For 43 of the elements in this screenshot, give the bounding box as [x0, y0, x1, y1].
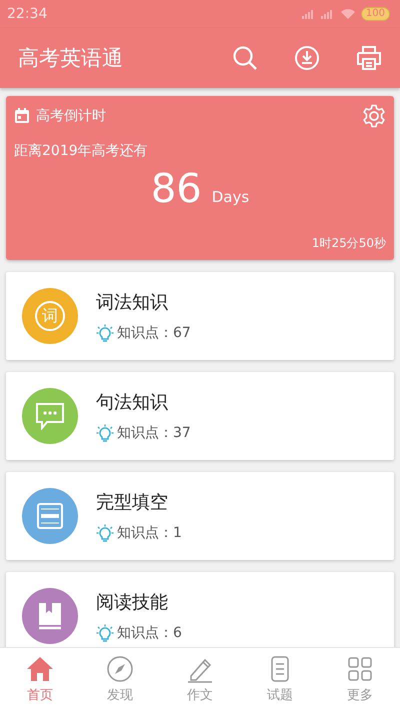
- topic-title: 词法知识: [96, 291, 169, 314]
- days-count: 86: [150, 166, 202, 212]
- countdown-title: 高考倒计时: [36, 107, 107, 125]
- nav-tab[interactable]: 首页: [0, 648, 80, 711]
- app-title: 高考英语通: [18, 45, 124, 72]
- download-button[interactable]: [294, 45, 320, 71]
- knowledge-point-count: 知识点：67: [117, 324, 191, 342]
- nav-tab[interactable]: 试题: [240, 648, 320, 711]
- wifi-icon: [340, 9, 355, 19]
- lightbulb-icon: [96, 624, 114, 642]
- book-icon: [37, 601, 63, 631]
- topic-card[interactable]: 完型填空 知识点：1: [6, 472, 394, 560]
- print-button[interactable]: [356, 45, 382, 71]
- knowledge-point-count: 知识点：1: [117, 524, 182, 542]
- character-icon: 词: [35, 301, 65, 331]
- topic-title: 阅读技能: [96, 591, 169, 614]
- nav-tab[interactable]: 发现: [80, 648, 160, 711]
- topic-card[interactable]: 阅读技能 知识点：6: [6, 572, 394, 647]
- grid-icon: [346, 655, 374, 683]
- days-unit: Days: [212, 188, 250, 206]
- knowledge-point-count: 知识点：37: [117, 424, 191, 442]
- countdown-subtitle: 距离2019年高考还有: [14, 142, 149, 160]
- topic-card[interactable]: 词 词法知识 知识点：67: [6, 272, 394, 360]
- lightbulb-icon: [96, 524, 114, 542]
- search-button[interactable]: [232, 45, 258, 71]
- lightbulb-icon: [96, 324, 114, 342]
- topic-title: 句法知识: [96, 391, 169, 414]
- topic-title: 完型填空: [96, 491, 169, 514]
- form-icon: [36, 502, 64, 530]
- time-remaining: 1时25分50秒: [312, 235, 386, 252]
- nav-tab[interactable]: 作文: [160, 648, 240, 711]
- battery-indicator: 100: [360, 7, 390, 21]
- signal-icon: [300, 9, 335, 19]
- knowledge-point-count: 知识点：6: [117, 624, 182, 642]
- chat-icon: [35, 402, 65, 430]
- nav-tab[interactable]: 更多: [320, 648, 400, 711]
- topic-card[interactable]: 句法知识 知识点：37: [6, 372, 394, 460]
- calendar-icon: [14, 108, 30, 124]
- home-icon: [26, 655, 54, 683]
- settings-button[interactable]: [362, 104, 386, 128]
- clock: 22:34: [7, 6, 48, 22]
- lightbulb-icon: [96, 424, 114, 442]
- compass-icon: [106, 655, 134, 683]
